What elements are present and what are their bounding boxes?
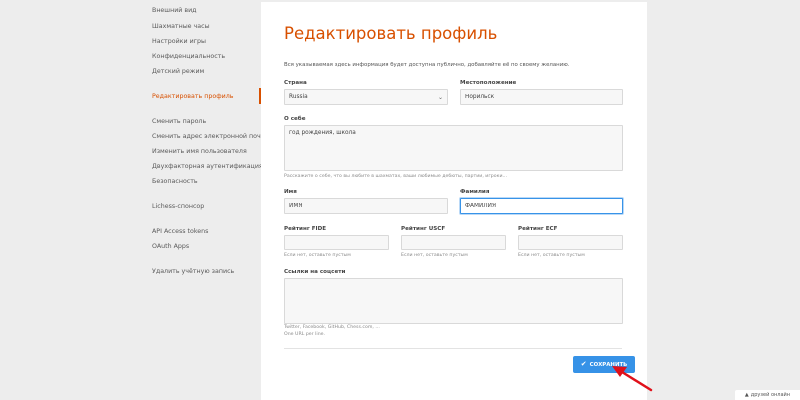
sidebar-item-privacy[interactable]: Конфиденциальность (152, 53, 225, 60)
save-button[interactable]: ✔ СОХРАНИТЬ (573, 356, 635, 373)
sidebar-item-security[interactable]: Безопасность (152, 178, 198, 185)
friends-online-bar[interactable]: ▲ друзей онлайн (735, 390, 800, 400)
fide-label: Рейтинг FIDE (284, 226, 327, 232)
ecf-label: Рейтинг ECF (518, 226, 558, 232)
sidebar-item-change-email[interactable]: Сменить адрес электронной почты (152, 133, 269, 140)
settings-sidebar: Внешний вид Шахматные часы Настройки игр… (146, 0, 269, 400)
friends-online-label: друзей онлайн (750, 392, 791, 398)
sidebar-item-appearance[interactable]: Внешний вид (152, 7, 197, 14)
social-links-textarea[interactable] (284, 278, 623, 324)
bio-hint: Расскажите о себе, что вы любите в шахма… (284, 174, 507, 179)
country-value: Russia (289, 94, 308, 100)
ecf-rating-input[interactable] (518, 235, 623, 250)
uscf-rating-input[interactable] (401, 235, 506, 250)
sidebar-item-kid-mode[interactable]: Детский режим (152, 68, 204, 75)
save-button-label: СОХРАНИТЬ (589, 361, 628, 368)
fide-hint: Если нет, оставьте пустым (284, 253, 351, 258)
last-name-input[interactable] (460, 198, 623, 214)
country-label: Страна (284, 80, 307, 86)
first-name-label: Имя (284, 189, 297, 195)
sidebar-item-close-account[interactable]: Удалить учётную запись (152, 268, 234, 275)
social-links-label: Ссылки на соцсети (284, 269, 346, 275)
location-input[interactable] (460, 89, 623, 105)
sidebar-item-patron[interactable]: Lichess-спонсор (152, 203, 204, 210)
uscf-hint: Если нет, оставьте пустым (401, 253, 468, 258)
form-divider (284, 348, 622, 349)
fide-rating-input[interactable] (284, 235, 389, 250)
bio-label: О себе (284, 116, 306, 122)
sidebar-item-game-settings[interactable]: Настройки игры (152, 38, 206, 45)
sidebar-item-api-tokens[interactable]: API Access tokens (152, 228, 208, 235)
sidebar-item-edit-profile[interactable]: Редактировать профиль (152, 93, 233, 100)
uscf-label: Рейтинг USCF (401, 226, 446, 232)
edit-profile-panel: Редактировать профиль Вся указываемая зд… (261, 2, 647, 400)
caret-up-icon: ▲ (744, 392, 749, 398)
ecf-hint: Если нет, оставьте пустым (518, 253, 585, 258)
chevron-down-icon: ⌄ (437, 93, 443, 101)
first-name-input[interactable] (284, 198, 448, 214)
intro-text: Вся указываемая здесь информация будет д… (284, 62, 570, 68)
bio-textarea[interactable]: год рождения, школа (284, 125, 623, 171)
country-select[interactable]: Russia ⌄ (284, 89, 448, 105)
social-links-hint: Twitter, Facebook, GitHub, Chess.com, ..… (284, 325, 380, 330)
location-label: Местоположение (460, 80, 517, 86)
last-name-label: Фамилия (460, 189, 490, 195)
sidebar-item-two-factor[interactable]: Двухфакторная аутентификация (152, 163, 263, 170)
check-icon: ✔ (580, 360, 587, 368)
sidebar-item-change-username[interactable]: Изменить имя пользователя (152, 148, 247, 155)
sidebar-item-change-password[interactable]: Сменить пароль (152, 118, 206, 125)
social-links-hint-url: One URL per line. (284, 332, 326, 337)
sidebar-item-oauth-apps[interactable]: OAuth Apps (152, 243, 189, 250)
page-title: Редактировать профиль (284, 24, 498, 43)
sidebar-item-clock[interactable]: Шахматные часы (152, 23, 210, 30)
